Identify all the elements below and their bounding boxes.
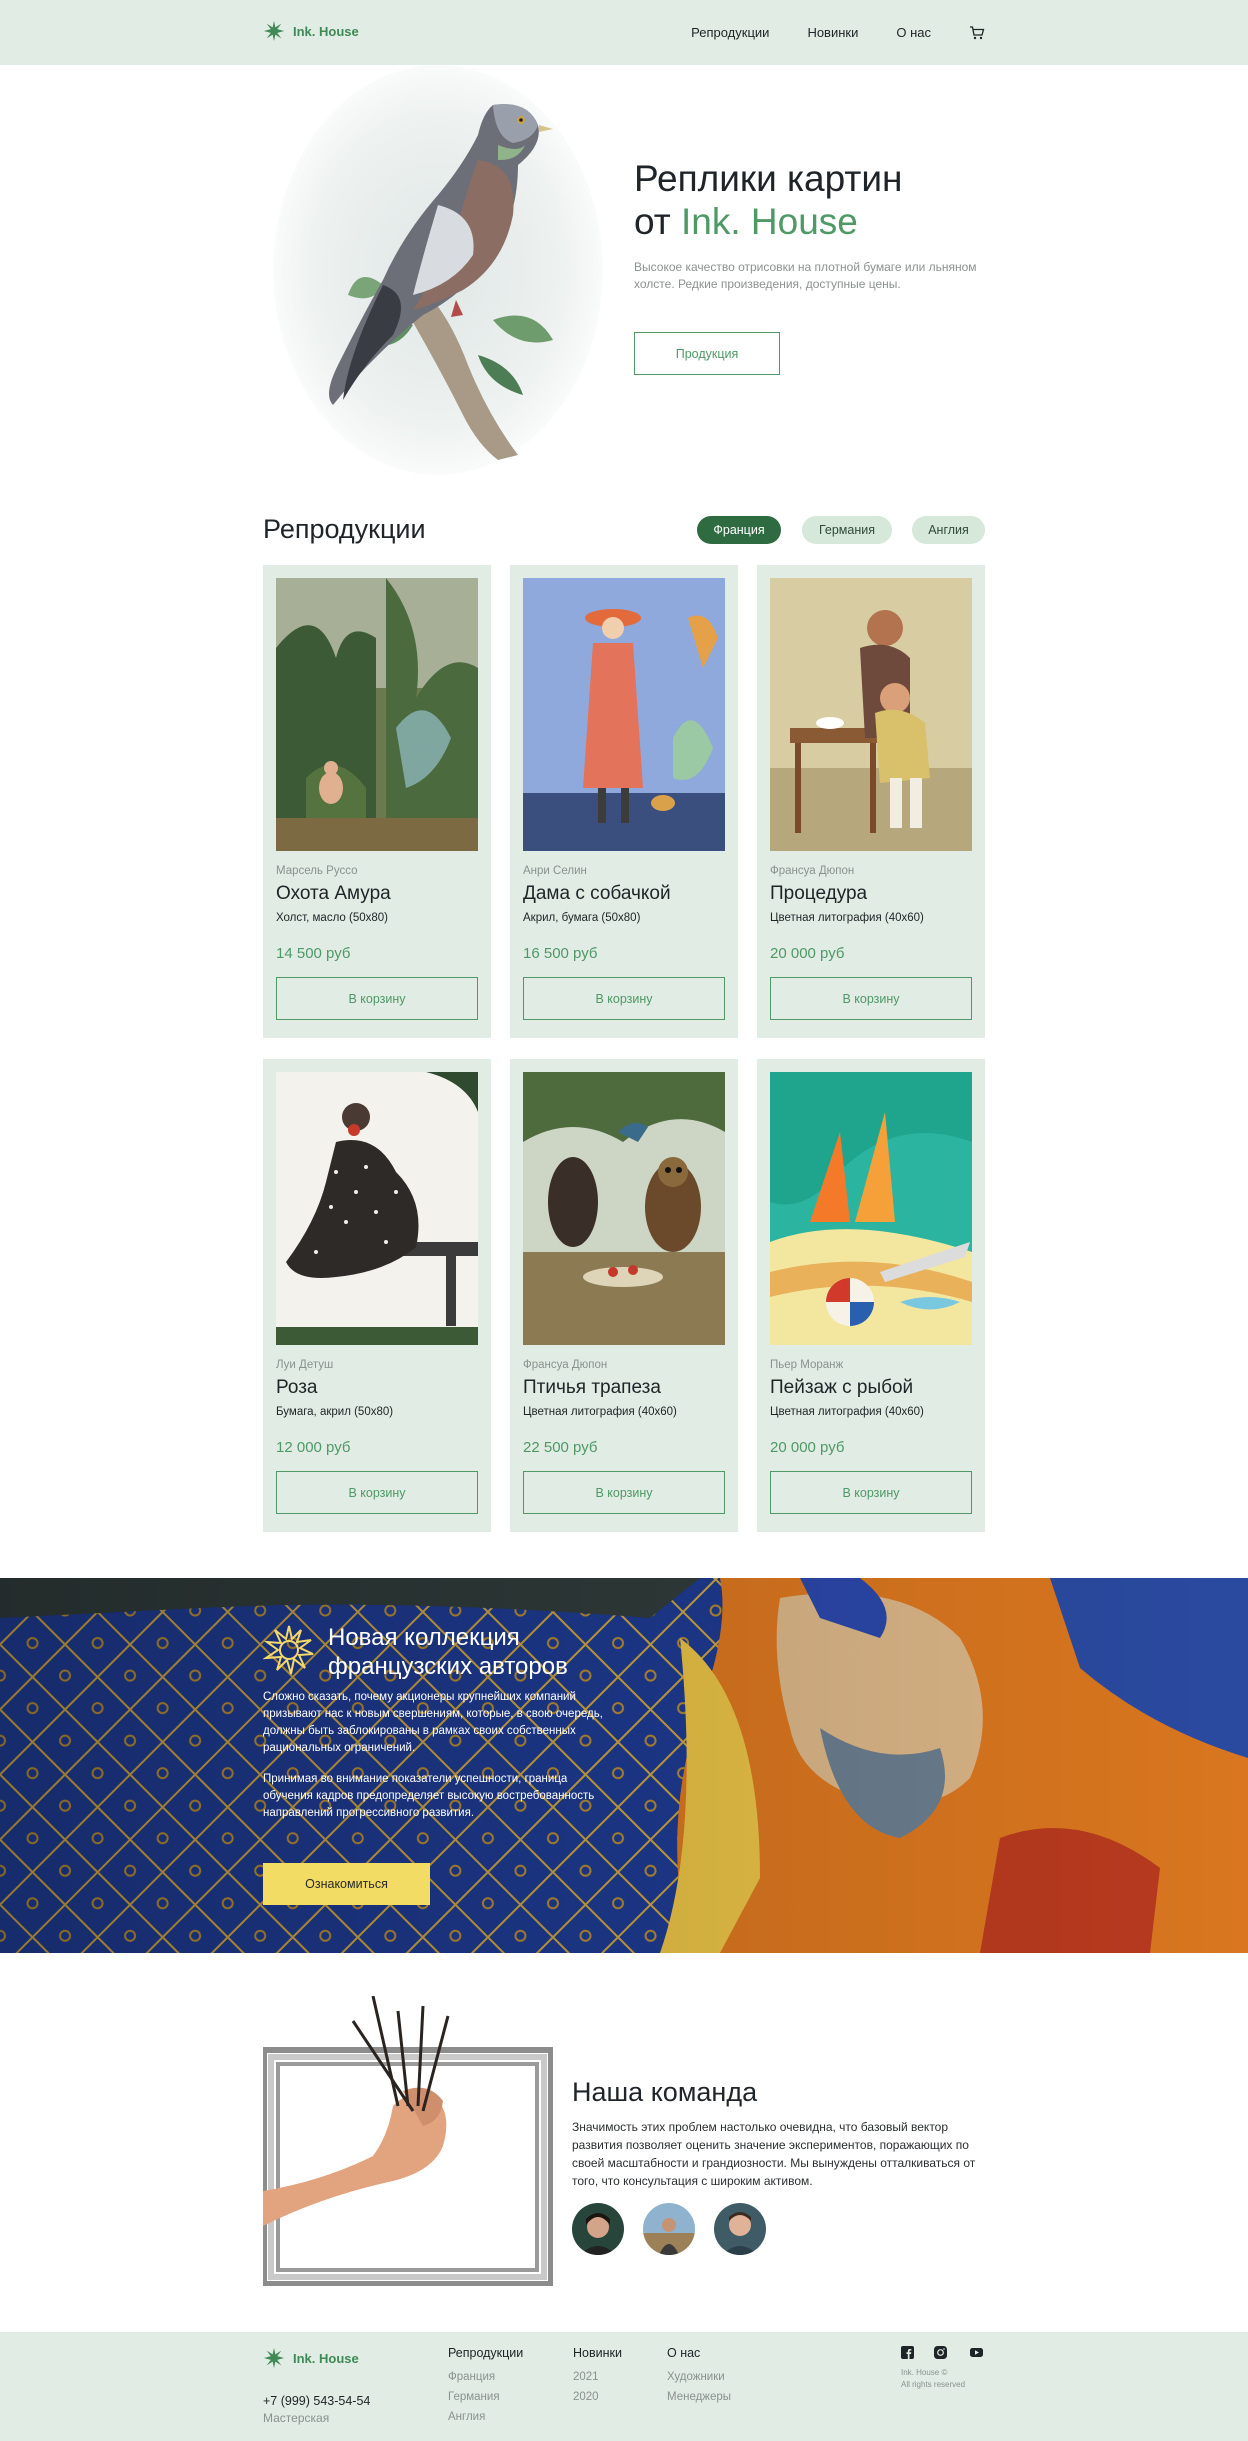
product-price: 22 500 руб [523, 1439, 598, 1456]
product-name: Охота Амура [276, 883, 391, 904]
footer-col-title[interactable]: Новинки [573, 2346, 622, 2360]
logo-text: Ink. House [293, 2350, 359, 2366]
hero-title-accent: Ink. House [681, 201, 858, 242]
hero-title: Реплики картин от Ink. House [634, 157, 902, 243]
footer-link[interactable]: Англия [448, 2407, 523, 2427]
product-name: Дама с собачкой [523, 883, 671, 904]
logo[interactable]: Ink. House [263, 20, 359, 42]
product-medium: Акрил, бумага (50х80) [523, 912, 641, 924]
artwork-image [523, 578, 725, 851]
add-to-cart-button[interactable]: В корзину [523, 977, 725, 1020]
hero-title-line2: от Ink. House [634, 200, 902, 243]
product-name: Птичья трапеза [523, 1377, 661, 1398]
products-title: Репродукции [263, 514, 426, 544]
cart-icon[interactable] [969, 25, 985, 41]
product-medium: Цветная литография (40х60) [523, 1406, 677, 1418]
logo-icon [263, 2347, 285, 2369]
product-artist: Анри Селин [523, 865, 587, 877]
product-medium: Цветная литография (40х60) [770, 1406, 924, 1418]
footer-link[interactable]: Менеджеры [667, 2387, 731, 2407]
artwork-image [770, 578, 972, 851]
footer-col-reproductions: Репродукции Франция Германия Англия [448, 2346, 523, 2427]
product-name: Процедура [770, 883, 868, 904]
site-footer [0, 2332, 1248, 2441]
hero-subtitle: Высокое качество отрисовки на плотной бу… [634, 260, 977, 291]
product-medium: Цветная литография (40х60) [770, 912, 924, 924]
footer-col-new: Новинки 2021 2020 [573, 2346, 622, 2407]
product-card: Пьер Моранж Пейзаж с рыбой Цветная литог… [757, 1059, 985, 1532]
hero-bird-image [263, 65, 613, 480]
product-artist: Луи Детуш [276, 1359, 334, 1371]
banner-paragraph-1: Сложно сказать, почему акционеры крупней… [263, 1691, 603, 1754]
product-card: Марсель Руссо Охота Амура Холст, масло (… [263, 565, 491, 1038]
footer-col-title[interactable]: Репродукции [448, 2346, 523, 2360]
product-price: 12 000 руб [276, 1439, 351, 1456]
footer-link[interactable]: 2021 [573, 2367, 622, 2387]
filter-france[interactable]: Франция [697, 516, 781, 544]
add-to-cart-button[interactable]: В корзину [276, 977, 478, 1020]
explore-collection-button[interactable]: Ознакомиться [263, 1863, 430, 1905]
add-to-cart-button[interactable]: В корзину [770, 1471, 972, 1514]
product-artist: Пьер Моранж [770, 1359, 844, 1371]
nav-item-about[interactable]: О нас [896, 25, 931, 40]
banner-paragraph-2: Принимая во внимание показатели успешнос… [263, 1773, 595, 1819]
filter-england[interactable]: Англия [912, 516, 985, 544]
hero-title-line1: Реплики картин [634, 158, 903, 199]
footer-link[interactable]: 2020 [573, 2387, 622, 2407]
nav-item-reproductions[interactable]: Репродукции [691, 25, 769, 40]
product-price: 20 000 руб [770, 1439, 845, 1456]
product-artist: Марсель Руссо [276, 865, 358, 877]
footer-col-title[interactable]: О нас [667, 2346, 731, 2360]
youtube-icon[interactable] [970, 2346, 983, 2359]
product-medium: Холст, масло (50х80) [276, 912, 389, 924]
filter-germany[interactable]: Германия [802, 516, 892, 544]
add-to-cart-button[interactable]: В корзину [523, 1471, 725, 1514]
product-card: Анри Селин Дама с собачкой Акрил, бумага… [510, 565, 738, 1038]
team-member-avatar[interactable] [714, 2203, 766, 2255]
team-member-avatar[interactable] [643, 2203, 695, 2255]
banner-title: Новая коллекция французских авторов [328, 1624, 568, 1680]
footer-copyright: Ink. House © [901, 2368, 948, 2377]
artwork-image [276, 578, 478, 851]
instagram-icon[interactable] [934, 2346, 947, 2359]
team-description: Значимость этих проблем настолько очевид… [572, 2120, 976, 2188]
team-title: Наша команда [572, 2077, 758, 2107]
products-button[interactable]: Продукция [634, 332, 780, 375]
product-name: Роза [276, 1377, 318, 1398]
logo-icon [263, 20, 285, 42]
product-price: 20 000 руб [770, 945, 845, 962]
site-header: Ink. House Репродукции Новинки О нас [0, 0, 1248, 65]
team-frame-image [263, 1996, 553, 2286]
footer-link[interactable]: Франция [448, 2367, 523, 2387]
footer-link[interactable]: Художники [667, 2367, 731, 2387]
product-name: Пейзаж с рыбой [770, 1377, 914, 1398]
footer-phone[interactable]: +7 (999) 543-54-54 [263, 2394, 370, 2408]
artwork-image [276, 1072, 478, 1345]
logo-text: Ink. House [293, 23, 359, 39]
footer-logo[interactable]: Ink. House [263, 2347, 359, 2369]
product-card: Луи Детуш Роза Бумага, акрил (50х80) 12 … [263, 1059, 491, 1532]
product-card: Франсуа Дюпон Процедура Цветная литограф… [757, 565, 985, 1038]
artwork-image [523, 1072, 725, 1345]
hero-title-prefix: от [634, 201, 681, 242]
add-to-cart-button[interactable]: В корзину [276, 1471, 478, 1514]
product-price: 14 500 руб [276, 945, 351, 962]
artwork-image [770, 1072, 972, 1345]
product-price: 16 500 руб [523, 945, 598, 962]
footer-workshop: Мастерская [263, 2411, 330, 2425]
footer-rights: All rights reserved [901, 2380, 966, 2389]
team-member-avatar[interactable] [572, 2203, 624, 2255]
sun-emblem-icon [263, 1625, 314, 1675]
footer-col-about: О нас Художники Менеджеры [667, 2346, 731, 2407]
product-artist: Франсуа Дюпон [523, 1359, 608, 1371]
product-artist: Франсуа Дюпон [770, 865, 855, 877]
product-medium: Бумага, акрил (50х80) [276, 1406, 394, 1418]
add-to-cart-button[interactable]: В корзину [770, 977, 972, 1020]
nav-item-new[interactable]: Новинки [807, 25, 858, 40]
facebook-icon[interactable] [901, 2346, 914, 2359]
product-card: Франсуа Дюпон Птичья трапеза Цветная лит… [510, 1059, 738, 1532]
footer-link[interactable]: Германия [448, 2387, 523, 2407]
main-nav: Репродукции Новинки О нас [691, 0, 985, 65]
